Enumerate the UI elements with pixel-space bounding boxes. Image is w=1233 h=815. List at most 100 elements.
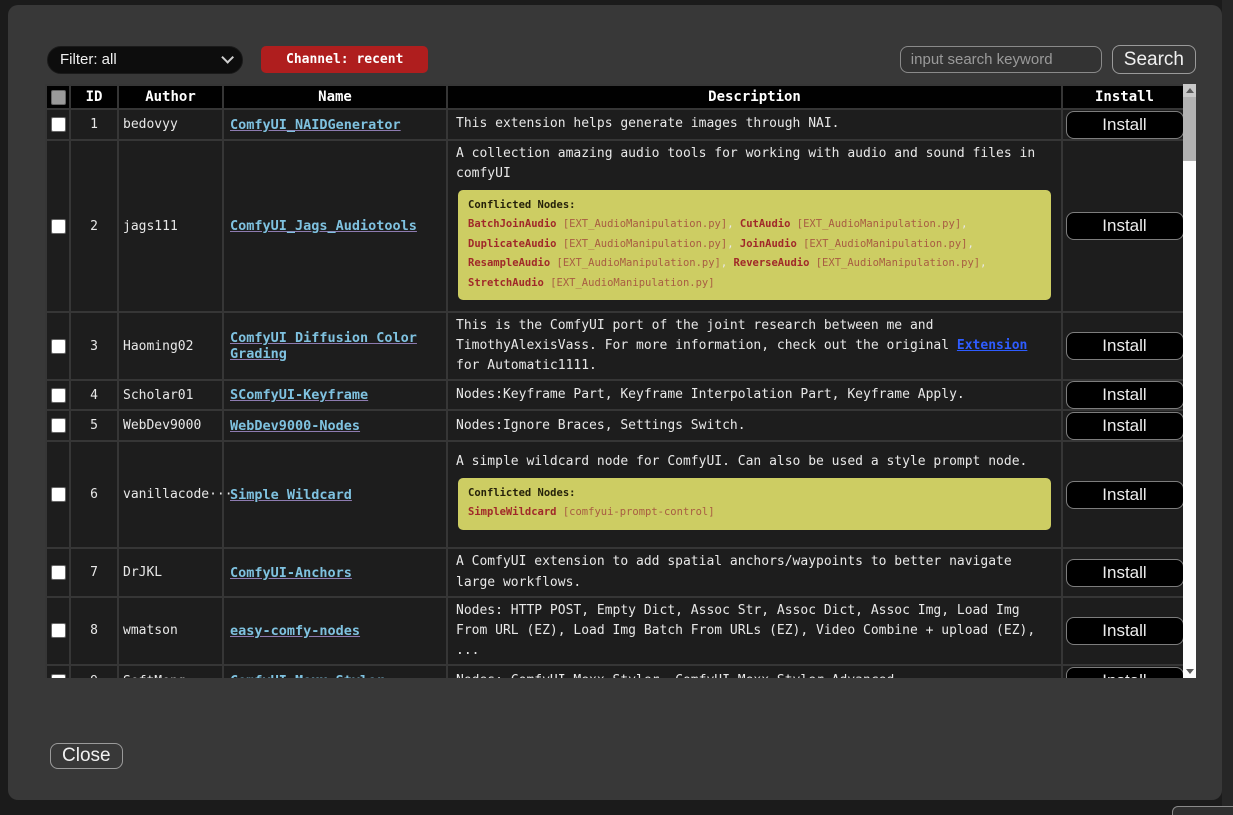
row-checkbox-cell bbox=[46, 441, 70, 548]
row-description-cell: Nodes: HTTP POST, Empty Dict, Assoc Str,… bbox=[447, 597, 1062, 665]
conflict-node-source: [EXT_AudioManipulation.py] bbox=[550, 277, 714, 289]
extension-name-link[interactable]: ComfyUI-Anchors bbox=[230, 565, 352, 581]
row-checkbox[interactable] bbox=[51, 418, 66, 433]
row-id: 5 bbox=[70, 410, 118, 441]
row-checkbox-cell bbox=[46, 410, 70, 441]
conflict-node-source: [EXT_AudioManipulation.py] bbox=[803, 238, 967, 250]
custom-nodes-manager-dialog: Filter: all Channel: recent Search ID bbox=[8, 5, 1222, 800]
description-text: Nodes: ComfyUI Mexx Styler, ComfyUI Mexx… bbox=[456, 671, 1053, 678]
table-row: 3Haoming02ComfyUI Diffusion Color Gradin… bbox=[46, 312, 1183, 380]
install-button[interactable]: Install bbox=[1066, 667, 1184, 678]
conflict-node-name: CutAudio bbox=[740, 218, 791, 230]
table-scrollbar[interactable] bbox=[1183, 84, 1196, 678]
description-text: A simple wildcard node for ComfyUI. Can … bbox=[456, 452, 1053, 472]
row-install-cell: Install bbox=[1062, 109, 1183, 140]
extension-name-link[interactable]: WebDev9000-Nodes bbox=[230, 418, 360, 434]
row-id: 9 bbox=[70, 665, 118, 678]
table-area: ID Author Name Description Install 1bedo… bbox=[45, 84, 1196, 678]
description-segment: This is the ComfyUI port of the joint re… bbox=[456, 318, 957, 353]
table-row: 2jags111ComfyUI_Jags_AudiotoolsA collect… bbox=[46, 140, 1183, 312]
header-checkbox-cell bbox=[46, 85, 70, 109]
scrollbar-thumb[interactable] bbox=[1183, 97, 1196, 161]
description-text: This extension helps generate images thr… bbox=[456, 114, 1053, 134]
table-row: 7DrJKLComfyUI-AnchorsA ComfyUI extension… bbox=[46, 548, 1183, 596]
extension-name-link[interactable]: easy-comfy-nodes bbox=[230, 623, 360, 639]
column-header-id: ID bbox=[70, 85, 118, 109]
install-button[interactable]: Install bbox=[1066, 332, 1184, 360]
row-name-cell: WebDev9000-Nodes bbox=[223, 410, 447, 441]
row-id: 1 bbox=[70, 109, 118, 140]
row-id: 3 bbox=[70, 312, 118, 380]
custom-nodes-table: ID Author Name Description Install 1bedo… bbox=[45, 84, 1183, 678]
scroll-down-button[interactable] bbox=[1183, 665, 1196, 678]
row-name-cell: ComfyUI_Mexx_Styler bbox=[223, 665, 447, 678]
extension-name-link[interactable]: Simple Wildcard bbox=[230, 487, 352, 503]
install-button[interactable]: Install bbox=[1066, 111, 1184, 139]
arrow-up-icon bbox=[1186, 88, 1194, 93]
row-checkbox[interactable] bbox=[51, 117, 66, 132]
row-checkbox[interactable] bbox=[51, 219, 66, 234]
row-checkbox[interactable] bbox=[51, 388, 66, 403]
conflict-node-name: ReverseAudio bbox=[734, 257, 810, 269]
row-author: vanillacode··· bbox=[118, 441, 223, 548]
install-button[interactable]: Install bbox=[1066, 481, 1184, 509]
row-checkbox[interactable] bbox=[51, 565, 66, 580]
select-all-checkbox[interactable] bbox=[51, 90, 66, 105]
description-text: Nodes:Keyframe Part, Keyframe Interpolat… bbox=[456, 385, 1053, 405]
row-checkbox[interactable] bbox=[51, 623, 66, 638]
table-row: 9SoftMengComfyUI_Mexx_StylerNodes: Comfy… bbox=[46, 665, 1183, 678]
extension-name-link[interactable]: ComfyUI_NAIDGenerator bbox=[230, 117, 401, 133]
conflict-node-source: [EXT_AudioManipulation.py] bbox=[563, 238, 727, 250]
row-id: 8 bbox=[70, 597, 118, 665]
column-header-name: Name bbox=[223, 85, 447, 109]
close-button[interactable]: Close bbox=[50, 743, 123, 769]
row-id: 6 bbox=[70, 441, 118, 548]
conflict-node-name: BatchJoinAudio bbox=[468, 218, 557, 230]
row-checkbox-cell bbox=[46, 140, 70, 312]
row-description-cell: Nodes: ComfyUI Mexx Styler, ComfyUI Mexx… bbox=[447, 665, 1062, 678]
conflict-node-name: SimpleWildcard bbox=[468, 506, 557, 518]
extension-name-link[interactable]: ComfyUI_Mexx_Styler bbox=[230, 673, 384, 678]
extension-name-link[interactable]: ComfyUI Diffusion Color Grading bbox=[230, 330, 417, 362]
search-input[interactable] bbox=[900, 46, 1102, 73]
row-install-cell: Install bbox=[1062, 665, 1183, 678]
row-checkbox-cell bbox=[46, 665, 70, 678]
column-header-install: Install bbox=[1062, 85, 1183, 109]
conflicted-nodes-title: Conflicted Nodes: bbox=[468, 486, 1041, 502]
install-button[interactable]: Install bbox=[1066, 212, 1184, 240]
row-description-cell: This is the ComfyUI port of the joint re… bbox=[447, 312, 1062, 380]
table-header-row: ID Author Name Description Install bbox=[46, 85, 1183, 109]
description-text: A collection amazing audio tools for wor… bbox=[456, 144, 1053, 184]
row-checkbox[interactable] bbox=[51, 674, 66, 678]
row-name-cell: Simple Wildcard bbox=[223, 441, 447, 548]
row-checkbox[interactable] bbox=[51, 487, 66, 502]
chevron-down-icon bbox=[221, 51, 234, 64]
row-name-cell: SComfyUI-Keyframe bbox=[223, 380, 447, 410]
row-checkbox-cell bbox=[46, 548, 70, 596]
row-install-cell: Install bbox=[1062, 597, 1183, 665]
channel-badge[interactable]: Channel: recent bbox=[261, 46, 428, 73]
row-description-cell: Nodes:Ignore Braces, Settings Switch. bbox=[447, 410, 1062, 441]
column-header-description: Description bbox=[447, 85, 1062, 109]
install-button[interactable]: Install bbox=[1066, 617, 1184, 645]
filter-select[interactable]: Filter: all bbox=[47, 46, 243, 74]
row-checkbox-cell bbox=[46, 312, 70, 380]
row-id: 2 bbox=[70, 140, 118, 312]
filter-select-value: Filter: all bbox=[60, 51, 117, 68]
extension-name-link[interactable]: SComfyUI-Keyframe bbox=[230, 387, 368, 403]
row-checkbox-cell bbox=[46, 109, 70, 140]
row-checkbox[interactable] bbox=[51, 339, 66, 354]
search-button[interactable]: Search bbox=[1112, 45, 1196, 74]
row-author: DrJKL bbox=[118, 548, 223, 596]
install-button[interactable]: Install bbox=[1066, 381, 1184, 409]
extension-name-link[interactable]: ComfyUI_Jags_Audiotools bbox=[230, 218, 417, 234]
description-link[interactable]: Extension bbox=[957, 338, 1027, 353]
install-button[interactable]: Install bbox=[1066, 559, 1184, 587]
table-row: 8wmatsoneasy-comfy-nodesNodes: HTTP POST… bbox=[46, 597, 1183, 665]
conflict-node-source: [EXT_AudioManipulation.py] bbox=[563, 218, 727, 230]
conflict-node-name: ResampleAudio bbox=[468, 257, 550, 269]
scroll-up-button[interactable] bbox=[1183, 84, 1196, 97]
conflicted-nodes-list: SimpleWildcard [comfyui-prompt-control] bbox=[468, 506, 715, 518]
install-button[interactable]: Install bbox=[1066, 412, 1184, 440]
conflicted-nodes-warning: Conflicted Nodes: SimpleWildcard [comfyui… bbox=[458, 478, 1051, 529]
